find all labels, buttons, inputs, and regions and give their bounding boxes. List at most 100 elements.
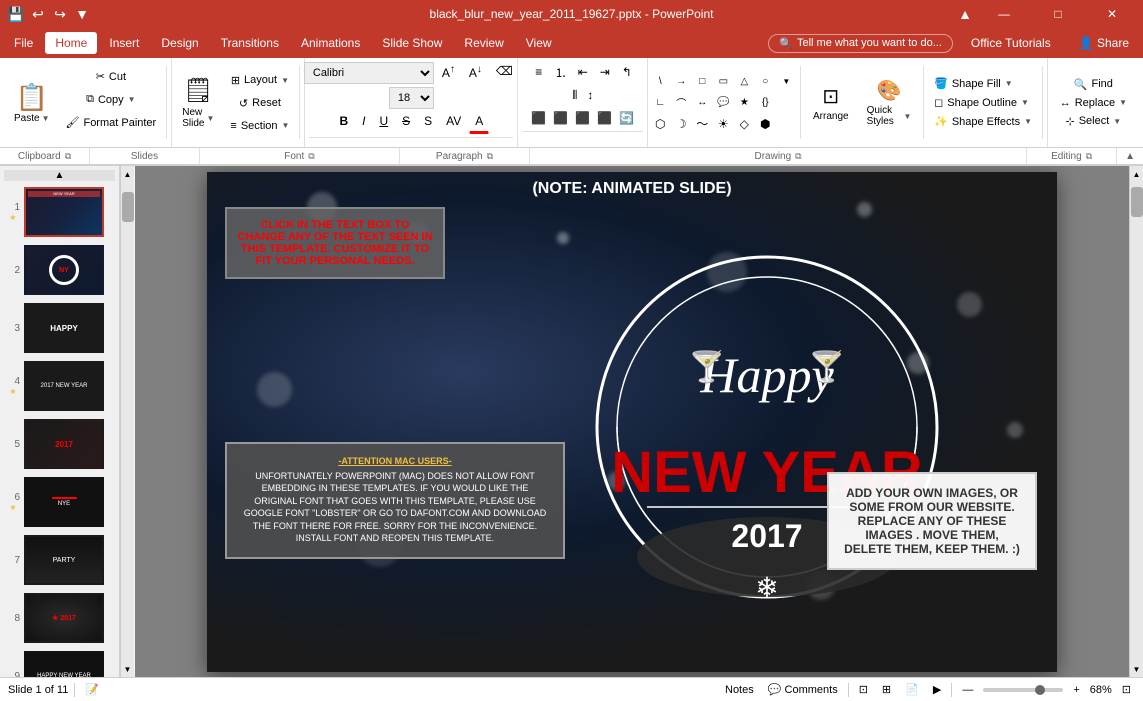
font-name-select[interactable]: Calibri (304, 62, 434, 84)
shapes-more-button[interactable]: ▼ (776, 72, 796, 92)
save-icon[interactable]: 💾 (8, 6, 24, 22)
reading-view-button[interactable]: 📄 (901, 681, 923, 698)
share-button[interactable]: 👤 Share (1069, 32, 1139, 54)
slide-thumb-1[interactable]: NEW YEAR (24, 187, 104, 237)
zoom-out-button[interactable]: — (958, 682, 977, 698)
shape-brace-button[interactable]: {} (755, 93, 775, 113)
align-right-button[interactable]: ⬛ (573, 108, 593, 128)
font-size-increase-button[interactable]: A↓ (463, 62, 488, 84)
rl-collapse[interactable]: ▲ (1117, 148, 1143, 164)
fit-slide-button[interactable]: ⊡ (1118, 681, 1135, 698)
font-size-select[interactable]: 18 (389, 87, 434, 109)
scroll-down-arrow[interactable]: ▼ (121, 661, 135, 677)
slide-sorter-button[interactable]: ⊞ (878, 681, 895, 698)
menu-slideshow[interactable]: Slide Show (372, 32, 452, 54)
arrange-button[interactable]: ⊡ Arrange (805, 80, 857, 126)
char-spacing-button[interactable]: AV (440, 112, 467, 134)
scroll-track[interactable] (121, 182, 135, 661)
strikethrough-button[interactable]: S (396, 112, 416, 134)
canvas-scroll-up[interactable]: ▲ (1130, 166, 1143, 182)
italic-button[interactable]: I (356, 112, 371, 134)
slide-item-2[interactable]: 2 NY (4, 243, 115, 297)
format-painter-button[interactable]: 🖌Format Painter (60, 112, 163, 133)
font-color-button[interactable]: A (469, 112, 489, 134)
zoom-thumb[interactable] (1035, 685, 1045, 695)
notes-panel-button[interactable]: Notes (721, 682, 758, 698)
paste-button[interactable]: 📋 Paste▼ (6, 62, 58, 143)
slideshow-button[interactable]: ▶ (929, 681, 945, 698)
new-slide-button[interactable]: 🗒 NewSlide ▼ (174, 72, 222, 133)
undo-icon[interactable]: ↩ (30, 6, 46, 22)
shape-diamond-button[interactable]: ◇ (734, 114, 754, 134)
scroll-thumb[interactable] (122, 192, 134, 222)
shape-double-button[interactable]: ↔ (692, 93, 712, 113)
shape-round-rect-button[interactable]: ▭ (713, 72, 733, 92)
align-left-button[interactable]: ⬛ (529, 108, 549, 128)
tell-me-input[interactable]: 🔍 Tell me what you want to do... (768, 34, 953, 53)
slide-item-3[interactable]: 3 HAPPY (4, 301, 115, 355)
shape-rect-button[interactable]: □ (692, 72, 712, 92)
slide-canvas[interactable]: (NOTE: ANIMATED SLIDE) Happy 🍸 (207, 172, 1057, 672)
comments-button[interactable]: 💬 Comments (764, 681, 842, 698)
menu-home[interactable]: Home (45, 32, 97, 54)
quick-styles-button[interactable]: 🎨 Quick Styles ▼ (859, 74, 920, 131)
cut-button[interactable]: ✂Cut (60, 66, 163, 87)
shape-effects-button[interactable]: ✨ Shape Effects ▼ (928, 113, 1038, 130)
align-center-button[interactable]: ⬛ (551, 108, 571, 128)
zoom-in-button[interactable]: + (1069, 682, 1083, 698)
editing-expand[interactable]: ⧉ (1086, 151, 1092, 162)
text-shadow-button[interactable]: S (418, 112, 438, 134)
slide-thumb-5[interactable]: 2017 (24, 419, 104, 469)
shape-moon-button[interactable]: ☽ (671, 114, 691, 134)
list-numbers-button[interactable]: ⒈ (551, 62, 571, 82)
layout-button[interactable]: ⊞Layout▼ (224, 70, 295, 91)
shape-outline-button[interactable]: ◻ Shape Outline ▼ (928, 94, 1038, 111)
zoom-slider[interactable] (983, 688, 1063, 692)
increase-indent-button[interactable]: ⇥ (595, 62, 615, 82)
slide-item-5[interactable]: 5 2017 (4, 417, 115, 471)
slide-thumb-4[interactable]: 2017 NEW YEAR (24, 361, 104, 411)
slide-item-7[interactable]: 7 PARTY (4, 533, 115, 587)
scroll-up-arrow[interactable]: ▲ (121, 166, 135, 182)
ribbon-toggle-icon[interactable]: ▲ (957, 6, 973, 22)
scroll-up-button[interactable]: ▲ (4, 170, 115, 181)
slide-item-4[interactable]: 4 ★ 2017 NEW YEAR (4, 359, 115, 413)
columns-button[interactable]: ⫴ (568, 85, 581, 105)
customize-icon[interactable]: ▼ (74, 6, 90, 22)
shape-tri-button[interactable]: △ (734, 72, 754, 92)
slide-item-1[interactable]: 1 ★ NEW YEAR (4, 185, 115, 239)
smart-art-button[interactable]: 🔄 (617, 108, 637, 128)
menu-insert[interactable]: Insert (99, 32, 149, 54)
shape-arrow-button[interactable]: → (671, 72, 691, 92)
shape-callout-button[interactable]: 💬 (713, 93, 733, 113)
menu-design[interactable]: Design (151, 32, 208, 54)
reset-button[interactable]: ↺Reset (224, 93, 295, 114)
para-expand[interactable]: ⧉ (487, 151, 493, 162)
shape-block-button[interactable]: ⬢ (755, 114, 775, 134)
select-button[interactable]: ⊹ Select ▼ (1058, 113, 1130, 130)
redo-icon[interactable]: ↪ (52, 6, 68, 22)
slide-thumb-2[interactable]: NY (24, 245, 104, 295)
underline-button[interactable]: U (373, 112, 394, 134)
find-button[interactable]: 🔍 Find (1066, 76, 1121, 93)
menu-file[interactable]: File (4, 32, 43, 54)
slide-notes-button[interactable]: 📝 (81, 681, 103, 698)
section-button[interactable]: ≡Section▼ (224, 116, 295, 136)
shape-curved-button[interactable]: ⌒ (671, 93, 691, 113)
normal-view-button[interactable]: ⊡ (855, 681, 872, 698)
copy-button[interactable]: ⧉Copy ▼ (60, 89, 163, 110)
font-expand[interactable]: ⧉ (308, 151, 314, 162)
slide-item-6[interactable]: 6 ★ NYE (4, 475, 115, 529)
slide-thumb-8[interactable]: ★ 2017 (24, 593, 104, 643)
slide-thumb-9[interactable]: HAPPY NEW YEAR (24, 651, 104, 677)
shape-fill-button[interactable]: 🪣 Shape Fill ▼ (928, 75, 1038, 92)
close-button[interactable]: ✕ (1089, 0, 1135, 28)
clipboard-expand[interactable]: ⧉ (65, 151, 71, 162)
line-spacing-button[interactable]: ↕ (583, 85, 597, 105)
shapes-all-button[interactable] (776, 93, 796, 113)
canvas-scroll-down[interactable]: ▼ (1130, 661, 1143, 677)
clear-format-button[interactable]: ⌫ (490, 62, 519, 84)
text-box-instructions[interactable]: CLICK IN THE TEXT BOX TO CHANGE ANY OF T… (225, 207, 445, 279)
text-box-mac-notice[interactable]: -ATTENTION MAC USERS- UNFORTUNATELY POWE… (225, 442, 565, 560)
font-size-decrease-button[interactable]: A↑ (436, 62, 461, 84)
